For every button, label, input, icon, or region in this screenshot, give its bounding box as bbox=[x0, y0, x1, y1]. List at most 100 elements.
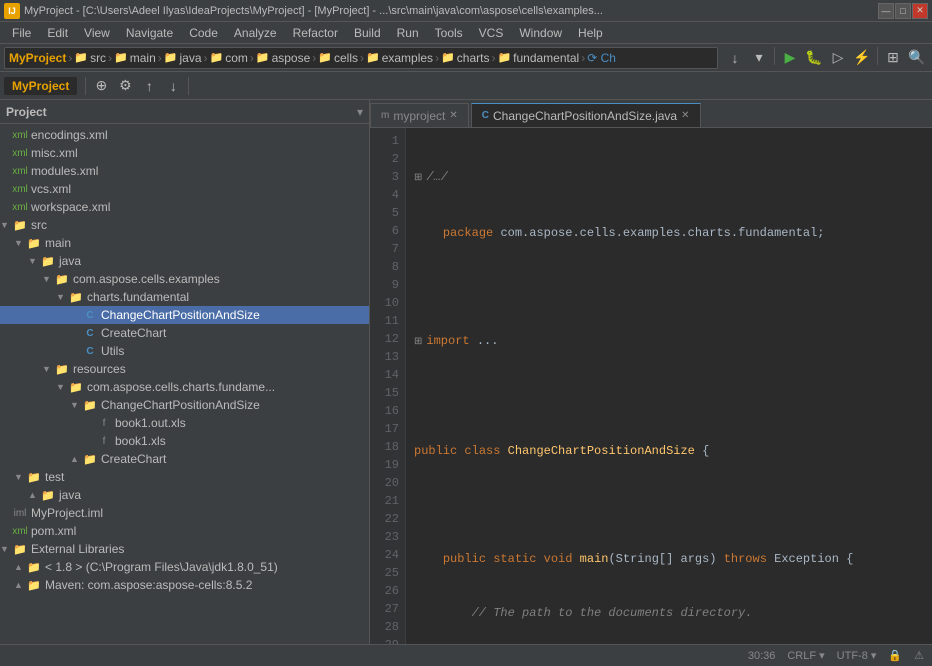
tree-label: charts.fundamental bbox=[87, 290, 189, 304]
tree-label: src bbox=[31, 218, 47, 232]
bc-java: java bbox=[179, 51, 201, 65]
tree-item[interactable]: ▲📁< 1.8 > (C:\Program Files\Java\jdk1.8.… bbox=[0, 558, 369, 576]
tree-item[interactable]: xmlencodings.xml bbox=[0, 126, 369, 144]
tree-icon: 📁 bbox=[82, 397, 98, 413]
settings-button[interactable]: ⚙ bbox=[114, 75, 136, 97]
tree-item[interactable]: CChangeChartPositionAndSize bbox=[0, 306, 369, 324]
tree-label: workspace.xml bbox=[31, 200, 110, 214]
tab-myproject[interactable]: m myproject ✕ bbox=[370, 103, 469, 127]
tree-label: CreateChart bbox=[101, 452, 166, 466]
tree-icon: f bbox=[96, 415, 112, 431]
tab-changechart[interactable]: C ChangeChartPositionAndSize.java ✕ bbox=[471, 103, 701, 127]
menu-item-navigate[interactable]: Navigate bbox=[118, 24, 181, 42]
menu-item-help[interactable]: Help bbox=[570, 24, 611, 42]
status-encoding[interactable]: UTF-8 ▾ bbox=[837, 649, 877, 662]
tree-item[interactable]: ▲📁CreateChart bbox=[0, 450, 369, 468]
maximize-button[interactable]: □ bbox=[895, 3, 911, 19]
tree-item[interactable]: xmlworkspace.xml bbox=[0, 198, 369, 216]
tree-item[interactable]: ▼📁charts.fundamental bbox=[0, 288, 369, 306]
status-line-ending[interactable]: CRLF ▾ bbox=[787, 649, 824, 662]
breadcrumb[interactable]: MyProject › 📁 src › 📁 main › 📁 java › 📁 … bbox=[4, 47, 718, 69]
tree-label: CreateChart bbox=[101, 326, 166, 340]
menu-item-view[interactable]: View bbox=[76, 24, 118, 42]
menu-item-build[interactable]: Build bbox=[346, 24, 389, 42]
tab-changechart-close[interactable]: ✕ bbox=[681, 110, 689, 121]
run-button[interactable]: ▶ bbox=[779, 47, 801, 69]
tree-item[interactable]: ▼📁ChangeChartPositionAndSize bbox=[0, 396, 369, 414]
project-panel-header: Project ▾ bbox=[0, 100, 369, 124]
debug2-button[interactable]: ⚡ bbox=[851, 47, 873, 69]
tree-item[interactable]: imlMyProject.iml bbox=[0, 504, 369, 522]
menu-item-window[interactable]: Window bbox=[511, 24, 570, 42]
tab-myproject-label: myproject bbox=[393, 109, 445, 123]
sep2 bbox=[188, 77, 189, 95]
tree-item[interactable]: CCreateChart bbox=[0, 324, 369, 342]
bc-myproject: MyProject bbox=[9, 51, 66, 65]
sync-button[interactable]: ⊕ bbox=[90, 75, 112, 97]
tree-item[interactable]: ▼📁External Libraries bbox=[0, 540, 369, 558]
tree-item[interactable]: fbook1.xls bbox=[0, 432, 369, 450]
tree-icon: 📁 bbox=[26, 469, 42, 485]
tree-item[interactable]: fbook1.out.xls bbox=[0, 414, 369, 432]
tree-item[interactable]: CUtils bbox=[0, 342, 369, 360]
nav-dropdown-button[interactable]: ▾ bbox=[748, 47, 770, 69]
bc-charts: charts bbox=[457, 51, 490, 65]
code-scroll[interactable]: 1234567891011121314151617181920212223242… bbox=[370, 128, 932, 644]
menu-item-run[interactable]: Run bbox=[389, 24, 427, 42]
debug-button[interactable]: 🐛 bbox=[803, 47, 825, 69]
menu-item-code[interactable]: Code bbox=[181, 24, 226, 42]
lock-icon: 🔒 bbox=[888, 649, 902, 662]
tree-arrow: ▼ bbox=[28, 256, 40, 266]
close-button[interactable]: ✕ bbox=[912, 3, 928, 19]
tree-item[interactable]: ▲📁Maven: com.aspose:aspose-cells:8.5.2 bbox=[0, 576, 369, 594]
tree-item[interactable]: xmlmisc.xml bbox=[0, 144, 369, 162]
tree-label: book1.out.xls bbox=[115, 416, 186, 430]
menu-item-edit[interactable]: Edit bbox=[39, 24, 76, 42]
code-line-8: public static void main(String[] args) t… bbox=[414, 550, 932, 568]
tree-item[interactable]: ▲📁java bbox=[0, 486, 369, 504]
tree-icon: 📁 bbox=[12, 217, 28, 233]
panel-settings-icon[interactable]: ▾ bbox=[357, 105, 363, 119]
menu-item-refactor[interactable]: Refactor bbox=[285, 24, 346, 42]
tree-arrow: ▼ bbox=[14, 472, 26, 482]
bc-folder-icon4: 📁 bbox=[210, 51, 224, 64]
tree-arrow: ▲ bbox=[70, 454, 82, 464]
up-button[interactable]: ↑ bbox=[138, 75, 160, 97]
menu-item-analyze[interactable]: Analyze bbox=[226, 24, 285, 42]
tree-icon: 📁 bbox=[26, 577, 42, 593]
down-button2[interactable]: ↓ bbox=[162, 75, 184, 97]
code-line-5 bbox=[414, 388, 932, 406]
bc-folder-icon5: 📁 bbox=[256, 51, 270, 64]
tree-item[interactable]: xmlpom.xml bbox=[0, 522, 369, 540]
tab-changechart-label: ChangeChartPositionAndSize.java bbox=[493, 109, 677, 123]
bc-folder-icon6: 📁 bbox=[318, 51, 332, 64]
code-line-2: package com.aspose.cells.examples.charts… bbox=[414, 224, 932, 242]
tree-label: java bbox=[59, 254, 81, 268]
tree-icon: xml bbox=[12, 181, 28, 197]
nav-back-button[interactable]: ↓ bbox=[724, 47, 746, 69]
minimize-button[interactable]: — bbox=[878, 3, 894, 19]
tree-icon: C bbox=[82, 307, 98, 323]
tree-label: misc.xml bbox=[31, 146, 78, 160]
code-area: 1234567891011121314151617181920212223242… bbox=[370, 128, 932, 644]
run2-button[interactable]: ▷ bbox=[827, 47, 849, 69]
tree-icon: 📁 bbox=[68, 289, 84, 305]
tree-item[interactable]: ▼📁com.aspose.cells.examples bbox=[0, 270, 369, 288]
search-button[interactable]: 🔍 bbox=[906, 47, 928, 69]
tree-item[interactable]: ▼📁java bbox=[0, 252, 369, 270]
tree-label: Utils bbox=[101, 344, 124, 358]
tab-myproject-close[interactable]: ✕ bbox=[449, 110, 457, 121]
menu-item-file[interactable]: File bbox=[4, 24, 39, 42]
tree-label: MyProject.iml bbox=[31, 506, 103, 520]
tree-item[interactable]: xmlvcs.xml bbox=[0, 180, 369, 198]
status-bar: 30:36 CRLF ▾ UTF-8 ▾ 🔒 ⚠ bbox=[0, 644, 932, 666]
menu-item-tools[interactable]: Tools bbox=[427, 24, 471, 42]
tree-item[interactable]: ▼📁test bbox=[0, 468, 369, 486]
tree-item[interactable]: ▼📁com.aspose.cells.charts.fundame... bbox=[0, 378, 369, 396]
tree-item[interactable]: ▼📁main bbox=[0, 234, 369, 252]
grid-button[interactable]: ⊞ bbox=[882, 47, 904, 69]
tree-item[interactable]: ▼📁resources bbox=[0, 360, 369, 378]
tree-item[interactable]: ▼📁src bbox=[0, 216, 369, 234]
menu-item-vcs[interactable]: VCS bbox=[471, 24, 512, 42]
tree-item[interactable]: xmlmodules.xml bbox=[0, 162, 369, 180]
